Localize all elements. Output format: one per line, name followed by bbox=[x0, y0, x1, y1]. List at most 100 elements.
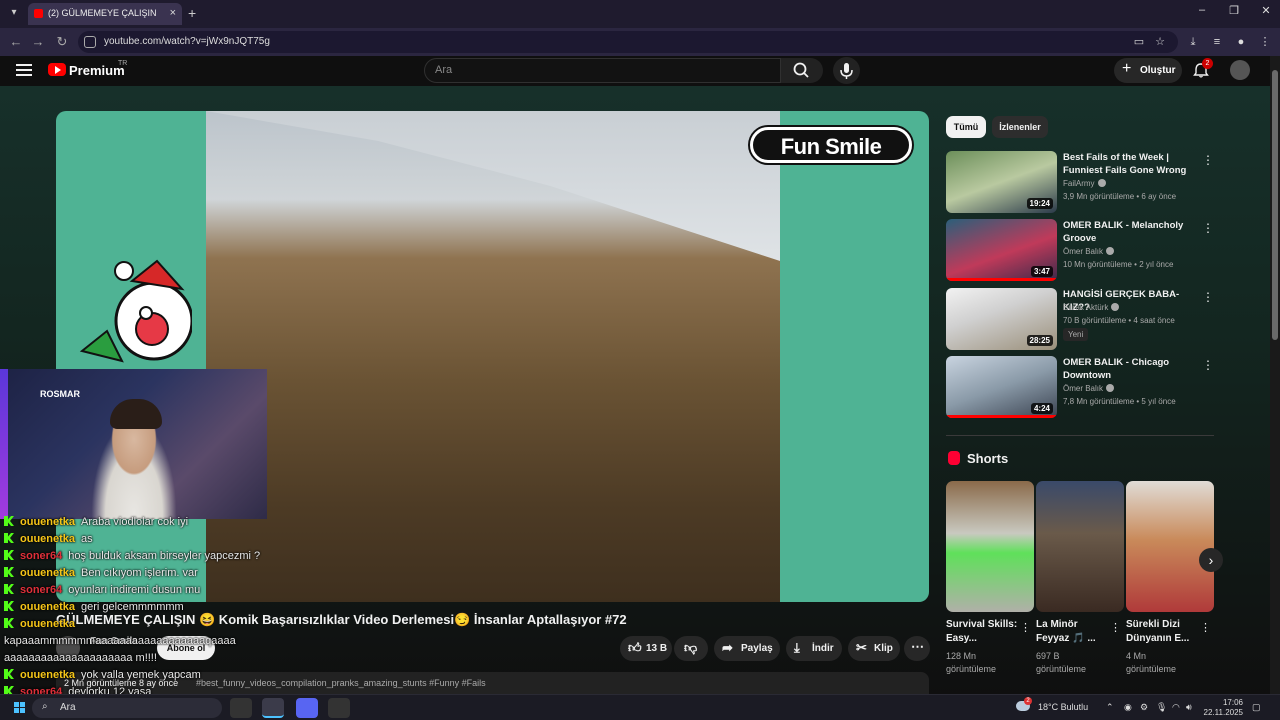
recommended-video[interactable]: 4:24 OMER BALIK - Chicago Downtown Ömer Ba… bbox=[946, 356, 1216, 420]
search-button[interactable] bbox=[781, 58, 823, 83]
task-view-icon[interactable] bbox=[230, 698, 252, 718]
short-title[interactable]: Survival Skills: Easy... bbox=[946, 618, 1018, 646]
clip-button[interactable]: ✂ Klip bbox=[848, 636, 900, 661]
notification-center-icon[interactable]: ▢ bbox=[1252, 702, 1261, 713]
wifi-icon[interactable]: ◠ bbox=[1172, 702, 1180, 713]
video-title[interactable]: OMER BALIK - Melancholy Groove bbox=[1063, 219, 1195, 245]
short-title[interactable]: Sürekli Dizi Dünyanın E... bbox=[1126, 618, 1198, 646]
chip-watched[interactable]: İzlenenler bbox=[992, 116, 1048, 138]
chevron-down-icon[interactable]: ▾ bbox=[6, 5, 22, 21]
chat-username: soner64 bbox=[20, 584, 63, 596]
download-icon[interactable]: ⤓ bbox=[1186, 35, 1200, 49]
restore-icon[interactable]: ❐ bbox=[1224, 4, 1244, 17]
like-button[interactable]: 👍︎ 13 B bbox=[620, 636, 672, 661]
profile-icon[interactable]: ● bbox=[1234, 35, 1248, 49]
cast-icon[interactable]: ▭ bbox=[1132, 35, 1146, 49]
streamer-hair bbox=[110, 399, 162, 429]
forward-icon[interactable]: → bbox=[30, 34, 46, 50]
tray-app-icon[interactable]: ◉ bbox=[1124, 702, 1132, 713]
download-button[interactable]: ⤓ İndir bbox=[786, 636, 842, 661]
like-count: 13 B bbox=[646, 643, 668, 654]
omnibox[interactable]: youtube.com/watch?v=jWx9nJQT75g bbox=[78, 31, 1178, 53]
short-thumbnail[interactable] bbox=[1036, 481, 1124, 612]
video-sky bbox=[206, 111, 780, 261]
more-actions-button[interactable]: ⋯ bbox=[904, 636, 930, 661]
short-views: 4 Mn görüntüleme bbox=[1126, 650, 1176, 676]
short-thumbnail[interactable] bbox=[946, 481, 1034, 612]
short-view-count: 4 Mn bbox=[1126, 651, 1147, 661]
chevron-right-icon[interactable]: › bbox=[1199, 548, 1223, 572]
tray-app-icon[interactable]: ⚙ bbox=[1140, 702, 1148, 713]
more-vert-icon[interactable]: ⋮ bbox=[1258, 35, 1272, 49]
microphone-icon[interactable]: 🎙︎ bbox=[1156, 702, 1167, 713]
reload-icon[interactable]: ↻ bbox=[54, 34, 70, 50]
chip-all[interactable]: Tümü bbox=[946, 116, 986, 138]
recommended-video[interactable]: 28:25 HANGİSİ GERÇEK BABA- KIZ?? Burak Akt… bbox=[946, 288, 1216, 352]
recommended-video[interactable]: 19:24 Best Fails of the Week | Funniest F… bbox=[946, 151, 1216, 215]
video-thumbnail[interactable]: 28:25 bbox=[946, 288, 1057, 350]
scissors-icon: ✂ bbox=[856, 640, 867, 655]
dislike-button[interactable]: 👎︎ bbox=[674, 636, 708, 661]
site-info-icon[interactable] bbox=[84, 36, 96, 48]
channel-name[interactable]: FailArmy bbox=[1063, 179, 1106, 188]
hashtags[interactable]: #best_funny_videos_compilation_pranks_am… bbox=[196, 678, 486, 688]
channel-name[interactable]: Ömer Balık bbox=[1063, 247, 1115, 256]
taskbar-search[interactable]: ⌕ Ara bbox=[32, 698, 222, 718]
scroll-thumb[interactable] bbox=[1272, 70, 1278, 340]
reading-list-icon[interactable]: ≡ bbox=[1210, 35, 1224, 49]
section-divider bbox=[946, 435, 1214, 436]
chrome-app-icon[interactable] bbox=[262, 698, 284, 718]
more-vert-icon[interactable]: ⋮ bbox=[1020, 621, 1031, 634]
cartoon-santa-image bbox=[79, 259, 192, 363]
weather-text[interactable]: 18°C Bulutlu bbox=[1038, 702, 1088, 712]
more-vert-icon[interactable]: ⋮ bbox=[1202, 358, 1214, 372]
menu-icon[interactable] bbox=[16, 64, 32, 76]
volume-icon[interactable]: 🔊︎ bbox=[1186, 702, 1192, 713]
chevron-up-icon[interactable]: ⌃ bbox=[1106, 702, 1114, 713]
brand-name[interactable]: Premium bbox=[69, 63, 125, 78]
voice-search-button[interactable] bbox=[833, 57, 860, 84]
recommended-video[interactable]: 3:47 OMER BALIK - Melancholy Groove Ömer B… bbox=[946, 219, 1216, 283]
kick-badge-icon bbox=[4, 567, 14, 577]
youtube-logo-icon[interactable] bbox=[48, 63, 66, 76]
discord-app-icon[interactable] bbox=[296, 698, 318, 718]
close-icon[interactable]: × bbox=[170, 7, 176, 19]
url-text[interactable]: youtube.com/watch?v=jWx9nJQT75g bbox=[104, 36, 270, 47]
short-title[interactable]: La Minör Feyyaz 🎵 ... bbox=[1036, 618, 1108, 646]
video-thumbnail[interactable]: 4:24 bbox=[946, 356, 1057, 418]
create-button[interactable]: + Oluştur bbox=[1114, 58, 1182, 83]
more-vert-icon[interactable]: ⋮ bbox=[1200, 621, 1211, 634]
chat-text: yok valla yemek yapcam bbox=[81, 669, 201, 681]
notification-count-badge: 2 bbox=[1202, 58, 1213, 69]
more-vert-icon[interactable]: ⋮ bbox=[1202, 290, 1214, 304]
kick-badge-icon bbox=[4, 601, 14, 611]
new-tab-icon[interactable]: + bbox=[188, 5, 196, 21]
search-box[interactable] bbox=[424, 58, 781, 83]
minimize-icon[interactable]: – bbox=[1192, 4, 1212, 16]
video-title[interactable]: Best Fails of the Week | Funniest Fails … bbox=[1063, 151, 1195, 177]
channel-name[interactable]: Burak Aktürk bbox=[1063, 303, 1120, 312]
browser-tab[interactable]: (2) GÜLMEMEYE ÇALIŞIN 😆 🔊 × bbox=[28, 3, 182, 25]
video-thumbnail[interactable]: 3:47 bbox=[946, 219, 1057, 281]
more-vert-icon[interactable]: ⋮ bbox=[1202, 153, 1214, 167]
video-duration: 3:47 bbox=[1030, 266, 1053, 277]
video-thumbnail[interactable]: 19:24 bbox=[946, 151, 1057, 213]
video-title[interactable]: OMER BALIK - Chicago Downtown bbox=[1063, 356, 1195, 382]
clock[interactable]: 17:06 22.11.2025 bbox=[1203, 698, 1243, 718]
verified-icon bbox=[1106, 384, 1115, 392]
windows-start-icon[interactable] bbox=[14, 702, 26, 714]
more-vert-icon[interactable]: ⋮ bbox=[1110, 621, 1121, 634]
shorts-heading: Shorts bbox=[967, 451, 1009, 466]
more-vert-icon[interactable]: ⋮ bbox=[1202, 221, 1214, 235]
close-window-icon[interactable]: ✕ bbox=[1256, 4, 1276, 17]
page-scrollbar[interactable] bbox=[1270, 56, 1280, 696]
back-icon[interactable]: ← bbox=[8, 34, 24, 50]
channel-name[interactable]: Ömer Balık bbox=[1063, 384, 1115, 393]
obs-app-icon[interactable] bbox=[328, 698, 350, 718]
video-stats: 3,9 Mn görüntüleme • 6 ay önce bbox=[1063, 192, 1176, 201]
account-avatar[interactable] bbox=[1230, 60, 1250, 80]
short-thumbnail[interactable] bbox=[1126, 481, 1214, 612]
search-input[interactable] bbox=[435, 64, 765, 76]
bookmark-star-icon[interactable]: ☆ bbox=[1153, 35, 1167, 49]
share-button[interactable]: ➦ Paylaş bbox=[714, 636, 780, 661]
